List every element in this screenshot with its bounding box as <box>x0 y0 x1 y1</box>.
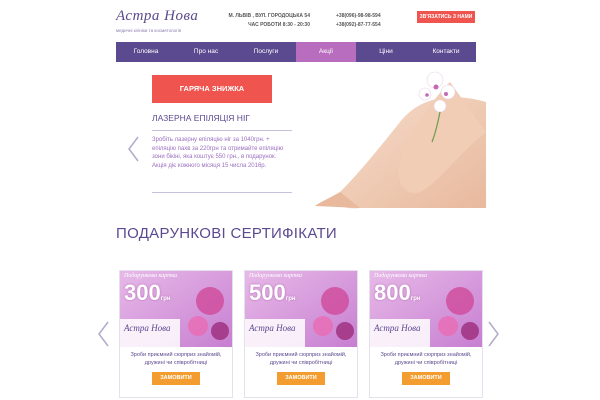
logo-text: Астра Нова <box>116 8 199 24</box>
nav-item-home[interactable]: Головна <box>116 42 176 62</box>
site-header: Астра Нова медичні клініки та косметолог… <box>0 0 600 42</box>
certificate-card: Подарункова картка 300грн Астра Нова Зро… <box>119 270 233 398</box>
phone-2[interactable]: +38(092)-87-77-554 <box>336 21 381 30</box>
chevron-left-icon[interactable] <box>126 135 140 163</box>
divider <box>152 130 292 131</box>
certificate-amount: 800грн <box>374 280 421 305</box>
logo[interactable]: Астра Нова медичні клініки та косметолог… <box>116 8 198 38</box>
hot-discount-button[interactable]: ГАРЯЧА ЗНИЖКА <box>152 75 272 103</box>
nav-item-services[interactable]: Послуги <box>236 42 296 62</box>
hours-text: ЧАС РОБОТИ 8:30 - 20:30 <box>248 22 310 28</box>
nav-item-contacts[interactable]: Контакти <box>416 42 476 62</box>
certificate-label: Подарункова картка <box>124 273 178 279</box>
promo-description: Зробіть лазерну епіляцію ніг за 1040грн.… <box>152 137 284 169</box>
contact-us-button[interactable]: ЗВ'ЯЗАТИСЬ З НАМИ <box>417 11 475 23</box>
chevron-left-icon[interactable] <box>96 320 110 348</box>
certificate-label: Подарункова картка <box>374 273 428 279</box>
certificate-text: Зроби приємний сюрприз знайомій, дружині… <box>380 352 472 366</box>
certificate-text: Зроби приємний сюрприз знайомій, дружині… <box>130 352 222 366</box>
certificate-card: Подарункова картка 500грн Астра Нова Зро… <box>244 270 358 398</box>
nav-item-prices[interactable]: Ціни <box>356 42 416 62</box>
nav-item-promotions[interactable]: Акції <box>296 42 356 62</box>
certificate-text: Зроби приємний сюрприз знайомій, дружині… <box>255 352 347 366</box>
certificate-amount: 500грн <box>249 280 296 305</box>
address-text: М. ЛЬВІВ , ВУЛ. ГОРОДОЦЬКА 54 <box>228 13 310 19</box>
certificate-currency: грн <box>285 296 296 302</box>
order-button[interactable]: ЗАМОВИТИ <box>277 372 325 385</box>
divider <box>152 192 292 193</box>
promo-title: ЛАЗЕРНА ЕПІЛЯЦІЯ НІГ <box>152 113 250 123</box>
hero-image <box>300 62 486 212</box>
phones-block: +38(096)-98-98-594 +38(092)-87-77-554 <box>336 12 381 30</box>
certificate-brand: Астра Нова <box>124 323 171 333</box>
certificate-card: Подарункова картка 800грн Астра Нова Зро… <box>369 270 483 398</box>
chevron-right-icon[interactable] <box>487 320 501 348</box>
certificate-brand: Астра Нова <box>249 323 296 333</box>
address-block: М. ЛЬВІВ , ВУЛ. ГОРОДОЦЬКА 54 ЧАС РОБОТИ… <box>226 12 310 30</box>
logo-tagline: медичні клініки та косметологія <box>116 28 182 33</box>
certificate-amount: 300грн <box>124 280 171 305</box>
nav-item-about[interactable]: Про нас <box>176 42 236 62</box>
order-button[interactable]: ЗАМОВИТИ <box>152 372 200 385</box>
certificate-label: Подарункова картка <box>249 273 303 279</box>
certificate-brand: Астра Нова <box>374 323 421 333</box>
main-nav: Головна Про нас Послуги Акції Ціни Конта… <box>116 42 476 62</box>
phone-1[interactable]: +38(096)-98-98-594 <box>336 12 381 21</box>
section-title: ПОДАРУНКОВІ СЕРТИФІКАТИ <box>116 225 337 242</box>
order-button[interactable]: ЗАМОВИТИ <box>402 372 450 385</box>
certificate-currency: грн <box>410 296 421 302</box>
certificate-currency: грн <box>160 296 171 302</box>
